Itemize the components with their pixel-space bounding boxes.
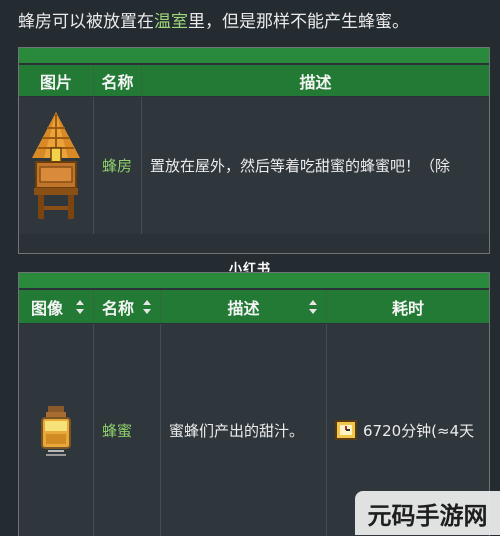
header-image-label: 图像: [31, 298, 64, 318]
header-description: 描述: [299, 72, 332, 92]
header-description-label: 描述: [227, 298, 260, 318]
header-name[interactable]: 名称: [94, 290, 161, 323]
honey-time: 6720分钟(≈4天: [363, 421, 475, 440]
header-image: 图片: [19, 65, 94, 96]
table-header-row: 图像 名称 描述 耗时: [19, 290, 489, 323]
beehouse-description: 置放在屋外，然后等着吃甜蜜的蜂蜜吧！（除: [150, 157, 451, 175]
table-header-row: 图片 名称 描述: [19, 65, 489, 96]
honey-jar-icon: [41, 406, 71, 456]
intro-after: 里，但是那样不能产生蜂蜜。: [188, 12, 409, 32]
honey-name[interactable]: 蜂蜜: [94, 324, 161, 536]
beehouse-table: 图片 名称 描述 蜂房 置放在屋外，然后等着吃甜蜜的蜂蜜吧！（除: [18, 47, 490, 254]
header-name: 名称: [94, 65, 142, 96]
honey-image-cell: [19, 324, 94, 536]
intro-before: 蜂房可以被放置在: [18, 12, 154, 32]
table-top-bar: [19, 48, 489, 63]
clock-icon: [335, 420, 357, 440]
table-row: 蜂房 置放在屋外，然后等着吃甜蜜的蜂蜜吧！（除: [19, 97, 489, 234]
site-logo: 元码手游网: [355, 491, 500, 535]
header-name-label: 名称: [102, 298, 135, 318]
header-time[interactable]: 耗时: [327, 290, 489, 323]
intro-text: 蜂房可以被放置在温室里，但是那样不能产生蜂蜜。: [18, 8, 409, 36]
header-description[interactable]: 描述: [161, 290, 327, 323]
table-top-bar: [19, 273, 489, 288]
beehouse-name[interactable]: 蜂房: [94, 97, 142, 234]
sort-icon[interactable]: [143, 299, 152, 314]
sort-icon[interactable]: [309, 299, 318, 314]
header-image[interactable]: 图像: [19, 290, 94, 323]
sort-icon[interactable]: [76, 299, 85, 314]
greenhouse-link[interactable]: 温室: [154, 12, 188, 32]
header-time-label: 耗时: [391, 298, 424, 318]
honey-description: 蜜蜂们产出的甜汁。: [161, 324, 327, 536]
beehouse-icon: [32, 111, 80, 219]
beehouse-image-cell: [19, 97, 94, 234]
